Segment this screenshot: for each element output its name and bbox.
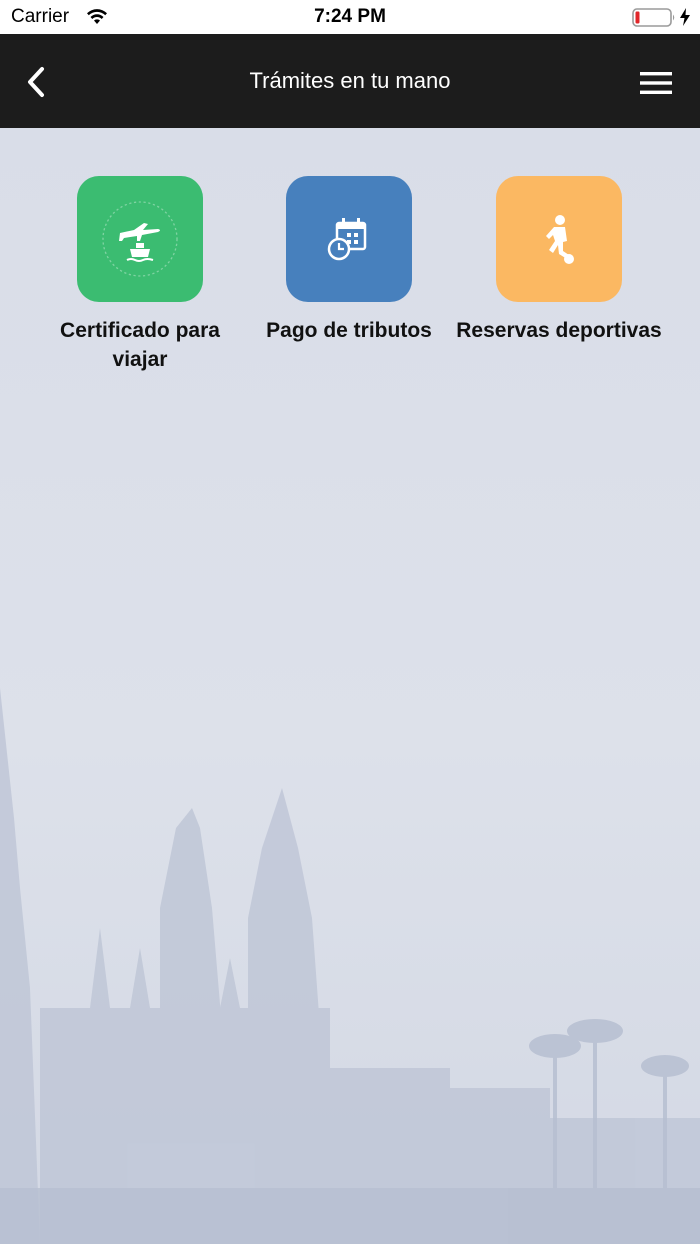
menu-button[interactable] bbox=[634, 66, 678, 100]
battery-icon bbox=[632, 8, 675, 27]
calendar-clock-icon bbox=[286, 176, 412, 302]
football-player-icon bbox=[496, 176, 622, 302]
tile-label: Pago de tributos bbox=[266, 319, 432, 342]
status-time: 7:24 PM bbox=[314, 6, 386, 27]
tile-label: Reservas deportivas bbox=[456, 319, 662, 342]
tile-reservas-deportivas[interactable]: Reservas deportivas bbox=[449, 176, 669, 345]
charging-icon bbox=[680, 8, 690, 26]
tile-pago-tributos[interactable]: Pago de tributos bbox=[239, 176, 459, 345]
tile-label: Certificado para viajar bbox=[60, 319, 220, 371]
page-title: Trámites en tu mano bbox=[249, 68, 451, 93]
plane-ship-icon bbox=[77, 176, 203, 302]
tile-certificado-viajar[interactable]: Certificado para viajar bbox=[30, 176, 250, 374]
status-bar: Carrier 7:24 PM bbox=[0, 0, 700, 34]
nav-bar: Trámites en tu mano bbox=[0, 34, 700, 128]
hamburger-menu-icon bbox=[640, 72, 672, 94]
